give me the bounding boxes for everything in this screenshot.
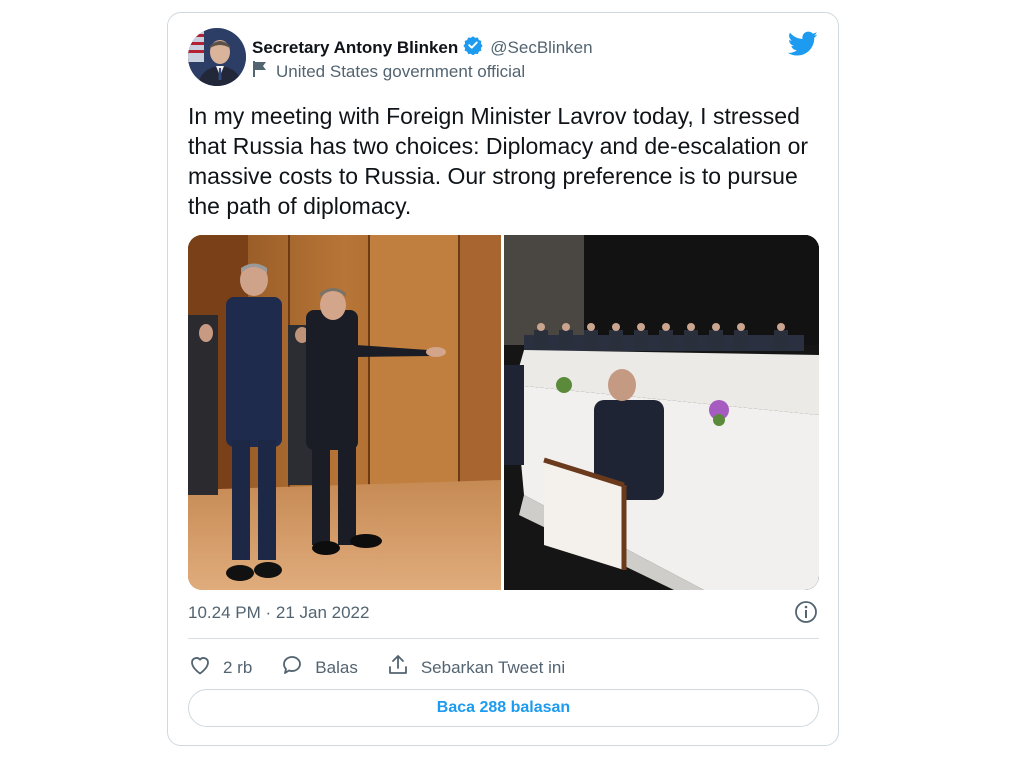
author-handle[interactable]: @SecBlinken: [490, 38, 592, 58]
author-display-name[interactable]: Secretary Antony Blinken: [252, 38, 458, 58]
author-row: Secretary Antony Blinken @SecBlinken: [252, 35, 593, 60]
like-button[interactable]: 2 rb: [188, 653, 252, 682]
speech-bubble-icon: [280, 653, 304, 682]
share-button[interactable]: Sebarkan Tweet ini: [386, 653, 565, 682]
tweet-text: In my meeting with Foreign Minister Lavr…: [188, 103, 809, 219]
share-label: Sebarkan Tweet ini: [420, 657, 566, 677]
divider: [188, 638, 819, 639]
tweet-timestamp[interactable]: 10.24 PM · 21 Jan 2022: [188, 603, 369, 623]
read-replies-button[interactable]: Baca 288 balasan: [188, 689, 819, 727]
flag-icon: [252, 60, 268, 83]
photo-lavrov-blinken-walking[interactable]: [188, 235, 501, 590]
reply-button[interactable]: Balas: [280, 653, 358, 682]
tweet-card: Secretary Antony Blinken @SecBlinken Uni…: [167, 12, 839, 746]
tweet-media[interactable]: [188, 235, 819, 590]
info-icon[interactable]: [794, 600, 818, 624]
tweet-actions: 2 rb Balas Sebarkan Tweet ini: [188, 653, 593, 682]
verified-badge-icon: [463, 35, 483, 60]
share-icon: [386, 653, 410, 682]
reply-label: Balas: [315, 657, 358, 677]
heart-icon: [188, 653, 212, 682]
avatar[interactable]: [188, 28, 246, 86]
government-label-text[interactable]: United States government official: [276, 62, 525, 82]
photo-meeting-table[interactable]: [504, 235, 819, 590]
twitter-bird-icon[interactable]: [787, 31, 818, 57]
like-count: 2 rb: [223, 657, 253, 677]
government-label: United States government official: [252, 60, 525, 83]
